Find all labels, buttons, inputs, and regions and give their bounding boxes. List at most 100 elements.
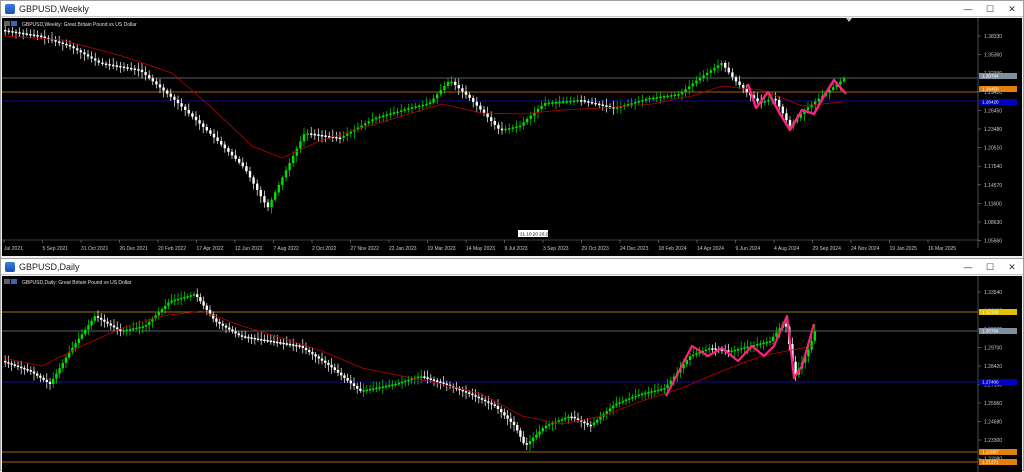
candle-body — [180, 103, 183, 107]
candle-body — [740, 348, 743, 350]
candle-body — [94, 58, 97, 61]
candle-body — [644, 392, 647, 395]
candle-body — [116, 327, 119, 330]
candle-body — [324, 360, 327, 363]
candle-body — [90, 56, 93, 59]
weekly-chart-svg[interactable]: GBPUSD,Weekly: Great Britain Pound vs US… — [2, 18, 1022, 256]
candle-body — [148, 321, 151, 325]
candle-body — [503, 412, 506, 416]
candle-body — [360, 125, 363, 128]
candle-body — [573, 416, 576, 419]
candle-body — [39, 375, 42, 378]
candle-body — [745, 88, 748, 93]
candle-body — [277, 184, 280, 193]
candle-body — [532, 437, 535, 441]
candle-body — [586, 423, 589, 425]
candle-body — [677, 94, 680, 96]
candle-body — [330, 364, 333, 368]
candle-body — [814, 101, 817, 105]
candle-body — [202, 301, 205, 306]
date-tick-label: 18 Feb 2024 — [659, 246, 687, 252]
candle-body — [464, 91, 468, 95]
candle-body — [709, 70, 712, 73]
candle-body — [724, 63, 727, 68]
candle-body — [583, 421, 586, 424]
candle-body — [144, 325, 148, 327]
trade-icon[interactable] — [11, 21, 17, 26]
weekly-titlebar[interactable]: GBPUSD,Weekly — ☐ ✕ — [1, 1, 1023, 17]
candle-body — [428, 102, 432, 105]
candle-body — [342, 135, 345, 138]
candle-body — [234, 155, 237, 159]
weekly-window-title: GBPUSD,Weekly — [19, 3, 89, 14]
candle-body — [288, 343, 292, 346]
trade-icon[interactable] — [11, 279, 17, 284]
candle-body — [378, 116, 381, 119]
pattern-drawing — [665, 314, 816, 397]
daily-titlebar[interactable]: GBPUSD,Daily — ☐ ✕ — [1, 259, 1023, 275]
minimize-button[interactable]: — — [957, 260, 979, 274]
candle-body — [768, 341, 772, 343]
candle-body — [634, 102, 637, 104]
candle-body — [474, 395, 477, 397]
candle-body — [414, 106, 417, 108]
chart-shift-marker[interactable] — [846, 18, 852, 22]
candle-body — [248, 171, 252, 178]
date-tick-label: 12 Jun 2022 — [235, 246, 263, 252]
candle-body — [256, 338, 260, 340]
date-tick-label: 26 Dec 2021 — [120, 246, 149, 252]
price-label-text: 1.22087 — [982, 450, 999, 455]
date-tick-label: 16 Mar 2025 — [928, 246, 956, 252]
candle-body — [106, 321, 109, 324]
candle-body — [389, 113, 392, 115]
candle-body — [572, 100, 576, 102]
candle-body — [215, 318, 218, 322]
candle-body — [565, 101, 568, 103]
candle-body — [311, 352, 314, 355]
weekly-chart-area[interactable]: GBPUSD,Weekly: Great Britain Pound vs US… — [2, 18, 1022, 256]
chart-menu-icon[interactable] — [4, 21, 10, 26]
candle-body — [763, 101, 766, 103]
candle-body — [450, 81, 453, 84]
candle-body — [11, 31, 14, 33]
candle-body — [346, 378, 349, 381]
candle-body — [327, 362, 330, 365]
candle-body — [352, 383, 356, 386]
candle-body — [285, 343, 288, 345]
candle-body — [551, 423, 554, 425]
candle-body — [407, 108, 410, 110]
candle-body — [519, 430, 522, 437]
candle-body — [302, 134, 306, 142]
date-tick-label: 29 Sep 2024 — [813, 246, 842, 252]
chart-menu-icon[interactable] — [4, 279, 10, 284]
candle-body — [670, 95, 673, 97]
candle-body — [839, 81, 842, 85]
candle-body — [349, 380, 352, 384]
maximize-button[interactable]: ☐ — [979, 260, 1001, 274]
candle-body — [493, 404, 496, 406]
candle-body — [410, 107, 414, 109]
candle-body — [508, 128, 511, 130]
candle-body — [562, 101, 565, 103]
daily-chart-svg[interactable]: GBPUSD,Daily: Great Britain Pound vs US … — [2, 276, 1022, 472]
candle-body — [443, 85, 446, 91]
candle-body — [468, 94, 471, 98]
candle-body — [540, 105, 543, 110]
close-button[interactable]: ✕ — [1001, 2, 1023, 16]
candle-body — [36, 35, 39, 37]
candle-body — [541, 428, 544, 432]
candle-body — [270, 199, 273, 208]
close-button[interactable]: ✕ — [1001, 260, 1023, 274]
daily-chart-area[interactable]: GBPUSD,Daily: Great Britain Pound vs US … — [2, 276, 1022, 472]
price-label-text: 1.27400 — [982, 380, 999, 385]
maximize-button[interactable]: ☐ — [979, 2, 1001, 16]
candle-body — [484, 399, 487, 402]
candle-body — [148, 75, 151, 79]
candle-body — [29, 370, 32, 372]
minimize-button[interactable]: — — [957, 2, 979, 16]
candle-body — [457, 85, 460, 89]
date-tick-label: 7 Aug 2022 — [274, 246, 300, 252]
candle-body — [583, 100, 586, 102]
price-tick-label: 1.05660 — [984, 239, 1002, 245]
candle-body — [695, 80, 698, 84]
